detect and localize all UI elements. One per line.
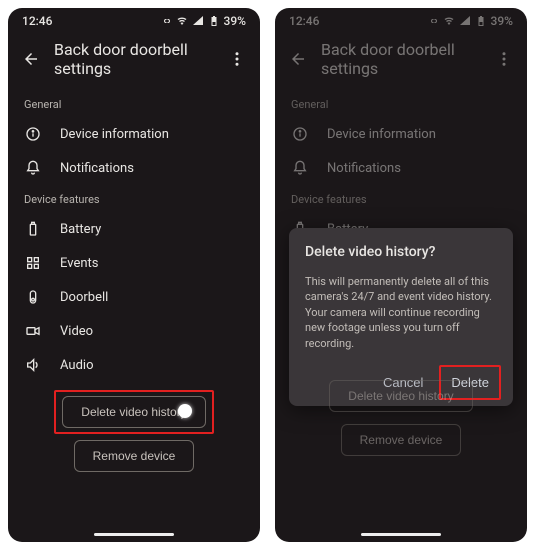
status-bar: 12:46 39% xyxy=(275,8,527,30)
link-icon xyxy=(160,15,172,27)
item-label: Video xyxy=(60,324,93,339)
wifi-icon xyxy=(176,15,188,27)
item-device-info: Device information xyxy=(275,117,527,151)
dialog-title: Delete video history? xyxy=(305,244,497,260)
remove-device-button[interactable]: Remove device xyxy=(74,440,195,472)
item-label: Battery xyxy=(60,222,101,237)
info-icon xyxy=(25,126,41,142)
status-bar: 12:46 39% xyxy=(8,8,260,30)
info-icon xyxy=(292,126,308,142)
section-general: General xyxy=(275,90,527,117)
item-notifications: Notifications xyxy=(275,151,527,185)
link-icon xyxy=(427,15,439,27)
item-events[interactable]: Events xyxy=(8,246,260,280)
cursor-icon xyxy=(178,404,192,418)
wifi-icon xyxy=(443,15,455,27)
status-time: 12:46 xyxy=(22,14,52,28)
page-title: Back door doorbell settings xyxy=(54,40,214,78)
item-device-info[interactable]: Device information xyxy=(8,117,260,151)
audio-icon xyxy=(25,357,41,373)
app-bar: Back door doorbell settings xyxy=(275,30,527,90)
item-label: Device information xyxy=(327,127,436,142)
item-label: Device information xyxy=(60,127,169,142)
battery-icon xyxy=(208,15,220,27)
battery-pct: 39% xyxy=(491,14,513,28)
item-label: Notifications xyxy=(60,161,134,176)
item-battery[interactable]: Battery xyxy=(8,212,260,246)
battery-icon xyxy=(475,15,487,27)
back-icon xyxy=(289,50,307,68)
item-label: Audio xyxy=(60,358,93,373)
page-title: Back door doorbell settings xyxy=(321,40,481,78)
more-icon[interactable] xyxy=(228,50,246,68)
bell-icon xyxy=(292,160,308,176)
delete-video-history-button: Delete video history xyxy=(329,380,472,412)
section-general: General xyxy=(8,90,260,117)
item-label: Notifications xyxy=(327,161,401,176)
remove-device-button: Remove device xyxy=(341,424,462,456)
status-time: 12:46 xyxy=(289,14,319,28)
battery-icon xyxy=(25,221,41,237)
item-notifications[interactable]: Notifications xyxy=(8,151,260,185)
dialog-body: This will permanently delete all of this… xyxy=(305,274,497,351)
battery-pct: 39% xyxy=(224,14,246,28)
nav-handle[interactable] xyxy=(94,533,174,536)
back-icon[interactable] xyxy=(22,50,40,68)
video-icon xyxy=(25,323,41,339)
more-icon xyxy=(495,50,513,68)
bell-icon xyxy=(25,160,41,176)
item-label: Doorbell xyxy=(60,290,108,305)
screenshot-right: 12:46 39% Back door doorbell settings Ge… xyxy=(275,8,527,542)
app-bar: Back door doorbell settings xyxy=(8,30,260,90)
signal-icon xyxy=(192,15,204,27)
item-doorbell[interactable]: Doorbell xyxy=(8,280,260,314)
events-icon xyxy=(25,255,41,271)
item-label: Events xyxy=(60,256,98,271)
section-features: Device features xyxy=(275,185,527,212)
doorbell-icon xyxy=(25,289,41,305)
item-video[interactable]: Video xyxy=(8,314,260,348)
section-features: Device features xyxy=(8,185,260,212)
screenshot-left: 12:46 39% Back door doorbell settings Ge… xyxy=(8,8,260,542)
nav-handle[interactable] xyxy=(361,533,441,536)
item-audio[interactable]: Audio xyxy=(8,348,260,382)
signal-icon xyxy=(459,15,471,27)
